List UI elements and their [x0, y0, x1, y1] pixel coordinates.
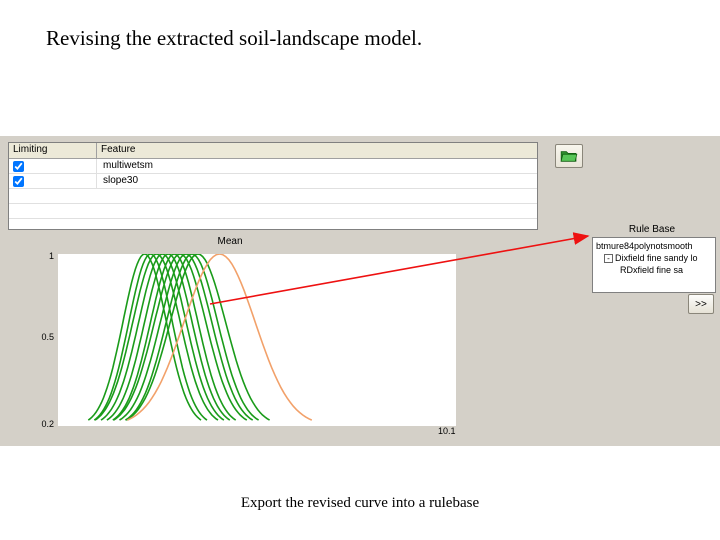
- feature-grid-header: Limiting Feature: [9, 143, 537, 159]
- x-tick-end: 10.1: [438, 426, 456, 436]
- checkbox-icon[interactable]: [13, 161, 24, 172]
- y-tick-0-2: 0.2: [36, 419, 54, 429]
- export-to-rulebase-button[interactable]: >>: [688, 294, 714, 314]
- table-row: [9, 204, 537, 219]
- limiting-checkbox[interactable]: [9, 174, 97, 188]
- feature-name-cell[interactable]: multiwetsm: [97, 159, 537, 173]
- open-folder-button[interactable]: [555, 144, 583, 168]
- tree-node[interactable]: -Dixfield fine sandy lo: [596, 252, 712, 264]
- tree-root[interactable]: btmure84polynotsmooth: [596, 240, 712, 252]
- rulebase-tree[interactable]: btmure84polynotsmooth -Dixfield fine san…: [592, 237, 716, 293]
- table-row[interactable]: multiwetsm: [9, 159, 537, 174]
- folder-open-icon: [560, 149, 578, 163]
- table-row[interactable]: slope30: [9, 174, 537, 189]
- y-tick-0-5: 0.5: [36, 332, 54, 342]
- y-tick-1: 1: [36, 251, 54, 261]
- feature-grid: Limiting Feature multiwetsm slope30: [8, 142, 538, 230]
- checkbox-icon[interactable]: [13, 176, 24, 187]
- chart-title: Mean: [0, 236, 460, 247]
- tree-node[interactable]: RDxfield fine sa: [596, 264, 712, 276]
- membership-curve-plot[interactable]: [58, 254, 456, 426]
- table-row: [9, 189, 537, 204]
- slide-caption: Export the revised curve into a rulebase: [241, 495, 479, 512]
- rulebase-panel: Rule Base btmure84polynotsmooth -Dixfiel…: [592, 224, 720, 293]
- rulebase-label: Rule Base: [592, 224, 720, 235]
- app-panel: Limiting Feature multiwetsm slope30 Rule…: [0, 136, 720, 446]
- col-header-feature[interactable]: Feature: [97, 143, 537, 158]
- col-header-limiting[interactable]: Limiting: [9, 143, 97, 158]
- chart-area: Mean 1 0.5 0.2 10.1: [0, 236, 590, 446]
- feature-name-cell[interactable]: slope30: [97, 174, 537, 188]
- slide-title: Revising the extracted soil-landscape mo…: [46, 26, 422, 51]
- tree-collapse-icon[interactable]: -: [604, 254, 613, 263]
- limiting-checkbox[interactable]: [9, 159, 97, 173]
